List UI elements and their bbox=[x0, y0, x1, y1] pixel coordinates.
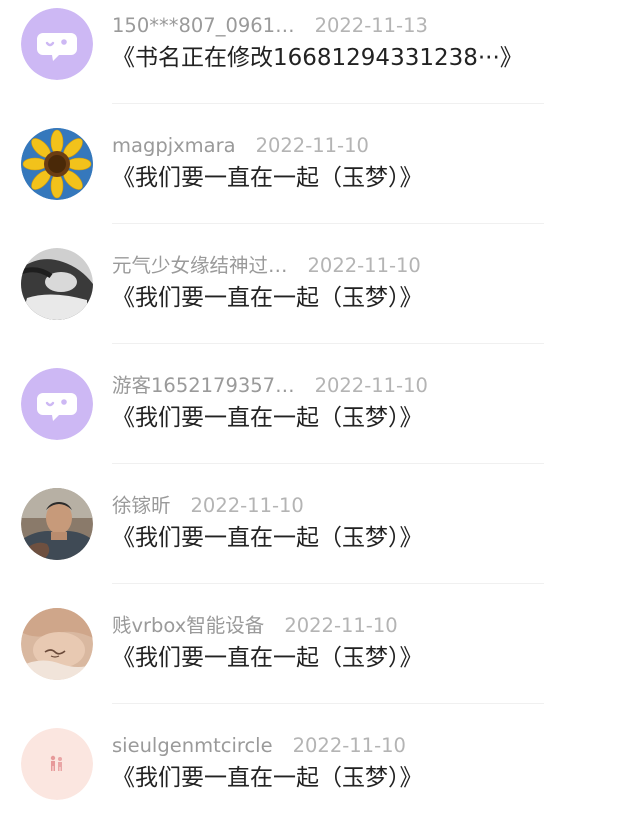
username[interactable]: 元气少女缘结神过… bbox=[112, 252, 288, 280]
avatar[interactable] bbox=[21, 128, 93, 200]
username[interactable]: 徐镓昕 bbox=[112, 492, 171, 520]
comment-list: 150***807_0961… 2022-11-13 《书名正在修改1668129… bbox=[0, 0, 640, 821]
book-title[interactable]: 《书名正在修改16681294331238···》 bbox=[112, 42, 523, 74]
username[interactable]: 贱vrbox智能设备 bbox=[112, 612, 264, 640]
comment-meta: 150***807_0961… 2022-11-13 bbox=[112, 12, 428, 40]
comment-date: 2022-11-10 bbox=[284, 614, 398, 637]
comment-date: 2022-11-10 bbox=[307, 254, 421, 277]
comment-date: 2022-11-10 bbox=[255, 134, 369, 157]
chat-bubble-icon bbox=[21, 8, 93, 80]
list-item[interactable]: 游客1652179357… 2022-11-10 《我们要一直在一起（玉梦）》 bbox=[0, 360, 640, 480]
comment-date: 2022-11-10 bbox=[292, 734, 406, 757]
comment-date: 2022-11-10 bbox=[314, 374, 428, 397]
username[interactable]: 游客1652179357… bbox=[112, 372, 295, 400]
comment-date: 2022-11-10 bbox=[190, 494, 304, 517]
comment-meta: sieulgenmtcircle 2022-11-10 bbox=[112, 732, 406, 760]
avatar[interactable] bbox=[21, 248, 93, 320]
book-title[interactable]: 《我们要一直在一起（玉梦）》 bbox=[112, 282, 423, 314]
book-title[interactable]: 《我们要一直在一起（玉梦）》 bbox=[112, 762, 423, 794]
comment-meta: 徐镓昕 2022-11-10 bbox=[112, 492, 304, 520]
divider bbox=[112, 463, 544, 464]
username[interactable]: magpjxmara bbox=[112, 132, 236, 160]
divider bbox=[112, 703, 544, 704]
avatar[interactable] bbox=[21, 368, 93, 440]
book-title[interactable]: 《我们要一直在一起（玉梦）》 bbox=[112, 642, 423, 674]
comment-meta: 游客1652179357… 2022-11-10 bbox=[112, 372, 428, 400]
chat-bubble-icon bbox=[21, 368, 93, 440]
avatar[interactable] bbox=[21, 8, 93, 80]
book-title[interactable]: 《我们要一直在一起（玉梦）》 bbox=[112, 162, 423, 194]
comment-meta: 元气少女缘结神过… 2022-11-10 bbox=[112, 252, 421, 280]
list-item[interactable]: 150***807_0961… 2022-11-13 《书名正在修改1668129… bbox=[0, 0, 640, 120]
avatar[interactable] bbox=[21, 608, 93, 680]
list-item[interactable]: 徐镓昕 2022-11-10 《我们要一直在一起（玉梦）》 bbox=[0, 480, 640, 600]
username[interactable]: sieulgenmtcircle bbox=[112, 732, 273, 760]
list-item[interactable]: 元气少女缘结神过… 2022-11-10 《我们要一直在一起（玉梦）》 bbox=[0, 240, 640, 360]
person-photo-avatar bbox=[21, 248, 93, 320]
book-title[interactable]: 《我们要一直在一起（玉梦）》 bbox=[112, 402, 423, 434]
divider bbox=[112, 343, 544, 344]
book-title[interactable]: 《我们要一直在一起（玉梦）》 bbox=[112, 522, 423, 554]
divider bbox=[112, 583, 544, 584]
list-item[interactable]: sieulgenmtcircle 2022-11-10 《我们要一直在一起（玉梦）… bbox=[0, 720, 640, 840]
comment-meta: magpjxmara 2022-11-10 bbox=[112, 132, 369, 160]
divider bbox=[112, 223, 544, 224]
comment-meta: 贱vrbox智能设备 2022-11-10 bbox=[112, 612, 398, 640]
sunflower-avatar bbox=[21, 128, 93, 200]
man-photo-avatar bbox=[21, 488, 93, 560]
list-item[interactable]: 贱vrbox智能设备 2022-11-10 《我们要一直在一起（玉梦）》 bbox=[0, 600, 640, 720]
comment-date: 2022-11-13 bbox=[314, 14, 428, 37]
divider bbox=[112, 103, 544, 104]
pink-figures-avatar bbox=[21, 728, 93, 800]
tattoo-photo-avatar bbox=[21, 608, 93, 680]
avatar[interactable] bbox=[21, 488, 93, 560]
list-item[interactable]: magpjxmara 2022-11-10 《我们要一直在一起（玉梦）》 bbox=[0, 120, 640, 240]
username[interactable]: 150***807_0961… bbox=[112, 12, 295, 40]
avatar[interactable] bbox=[21, 728, 93, 800]
